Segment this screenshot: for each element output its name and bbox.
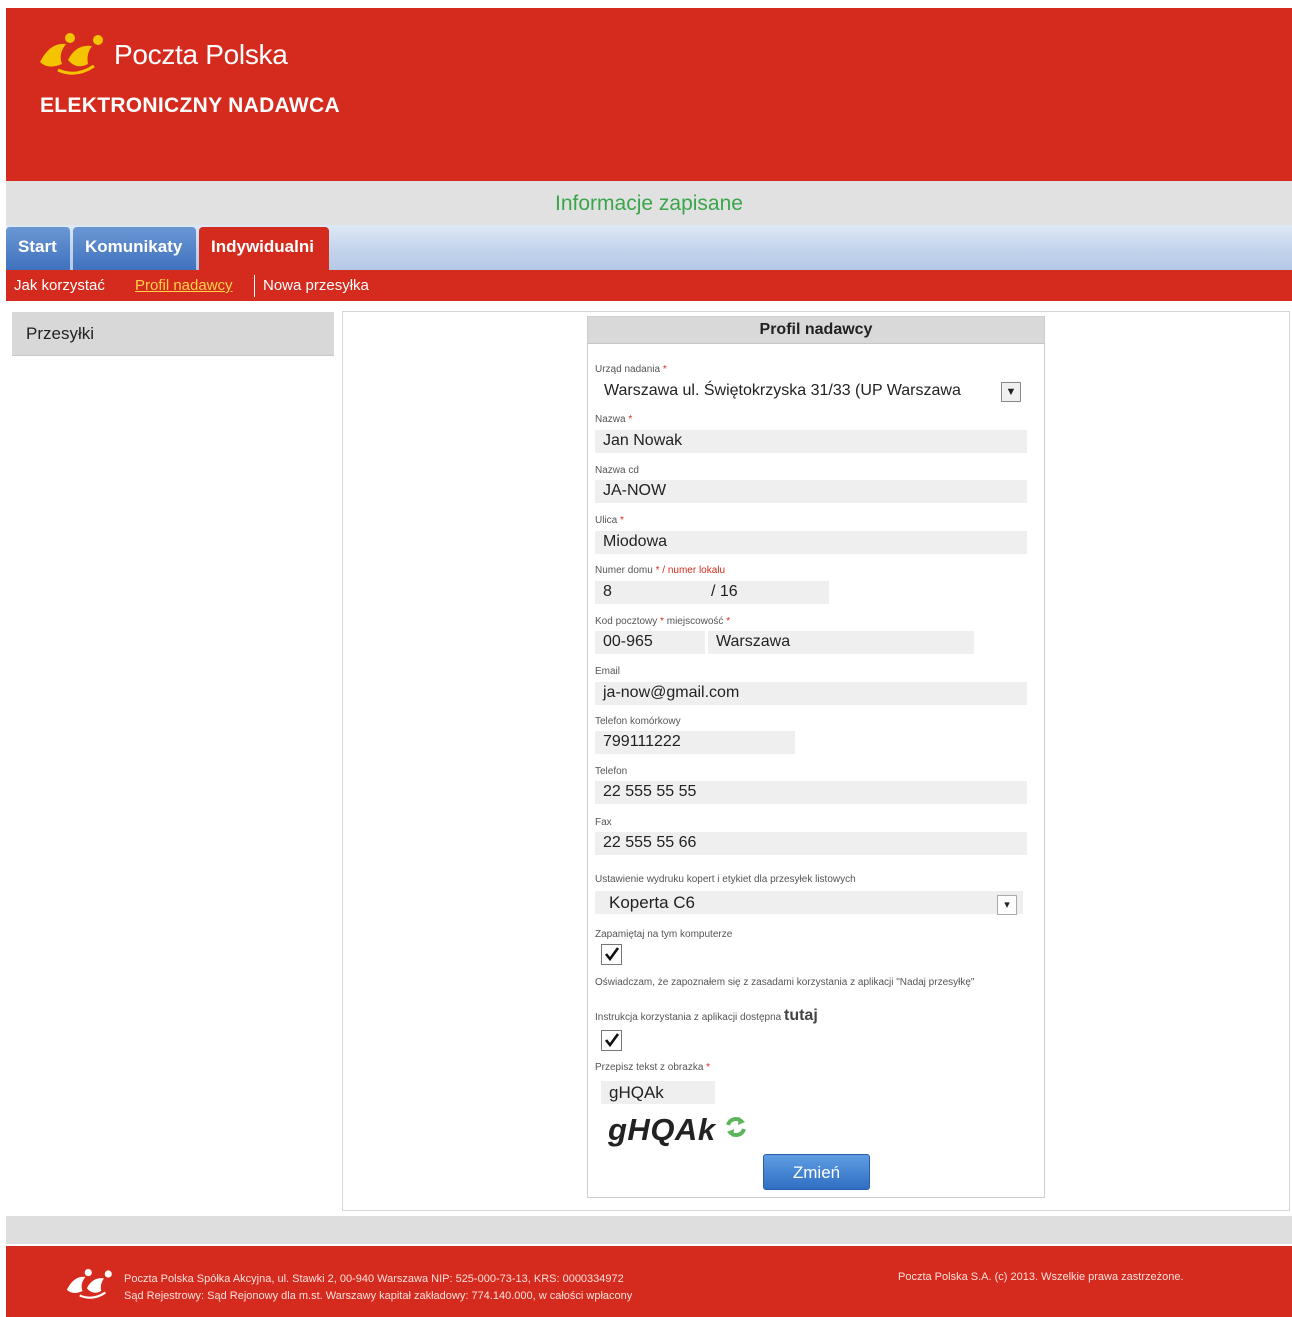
status-message: Informacje zapisane [555,192,743,215]
subnav-jak-korzystac[interactable]: Jak korzystać [14,277,105,294]
tab-indywidualni[interactable]: Indywidualni [199,227,329,270]
telefon-input[interactable]: 22 555 55 55 [595,781,1027,804]
kod-label: Kod pocztowy * miejscowość * [595,616,731,627]
instrukcja-checkbox[interactable] [601,1030,622,1051]
main-tab-bar: Start Komunikaty Indywidualni [6,225,1292,270]
oswiadczam-label: Oświadczam, że zapoznałem się z zasadami… [595,977,975,988]
numer-lokalu-input[interactable]: / 16 [705,581,829,604]
form-title: Profil nadawcy [588,317,1044,344]
captcha-image: gHQAk [608,1112,716,1147]
nazwa-cd-label: Nazwa cd [595,465,639,476]
wydruk-label: Ustawienie wydruku kopert i etykiet dla … [595,874,856,885]
captcha-label: Przepisz tekst z obrazka * [595,1062,711,1073]
checkbox-check-icon [604,1033,620,1048]
urzad-label: Urząd nadania * [595,364,667,375]
subnav-separator [254,275,255,297]
telefon-komorkowy-input[interactable]: 799111222 [595,731,795,754]
footer-copyright: Poczta Polska S.A. (c) 2013. Wszelkie pr… [898,1271,1184,1283]
footer: Poczta Polska Spółka Akcyjna, ul. Stawki… [6,1246,1292,1317]
zapamietaj-checkbox[interactable] [601,944,622,965]
sub-navigation: Jak korzystać Profil nadawcy Nowa przesy… [6,270,1292,301]
poczta-polska-logo-icon [40,33,103,75]
kod-pocztowy-input[interactable]: 00-965 [595,631,705,654]
urzad-select[interactable]: Warszawa ul. Świętokrzyska 31/33 (UP War… [595,380,1025,403]
zmien-button[interactable]: Zmień [763,1154,870,1190]
nazwa-label: Nazwa * [595,414,633,425]
wydruk-select[interactable]: Koperta C6 [595,891,1023,914]
email-label: Email [595,666,621,677]
poczta-polska-logo-icon [66,1269,112,1299]
sender-profile-form: Profil nadawcy Urząd nadania * Warszawa … [587,316,1045,1198]
refresh-captcha-icon[interactable] [723,1114,749,1140]
footer-company-info: Poczta Polska Spółka Akcyjna, ul. Stawki… [124,1273,624,1285]
chevron-down-icon[interactable]: ▾ [997,895,1017,915]
telefon-label: Telefon [595,766,628,777]
ulica-label: Ulica * [595,515,624,526]
subnav-profil-nadawcy[interactable]: Profil nadawcy [135,277,233,294]
header: Poczta Polska ELEKTRONICZNY NADAWCA [6,8,1292,181]
checkbox-check-icon [604,947,620,962]
captcha-input[interactable]: gHQAk [601,1081,715,1104]
subnav-nowa-przesylka[interactable]: Nowa przesyłka [263,277,369,294]
select-arrow-icon[interactable]: ▼ [1001,382,1021,402]
telefon-komorkowy-label: Telefon komórkowy [595,716,681,727]
fax-input[interactable]: 22 555 55 66 [595,832,1027,855]
email-input[interactable]: ja-now@gmail.com [595,682,1027,705]
page: Poczta Polska ELEKTRONICZNY NADAWCA Info… [6,8,1292,1317]
footer-registry-info: Sąd Rejestrowy: Sąd Rejonowy dla m.st. W… [124,1290,633,1302]
nazwa-input[interactable]: Jan Nowak [595,430,1027,453]
zapamietaj-label: Zapamiętaj na tym komputerze [595,929,733,940]
sidebar-item-przesylki[interactable]: Przesyłki [12,312,334,356]
fax-label: Fax [595,817,612,828]
ulica-input[interactable]: Miodowa [595,531,1027,554]
tab-komunikaty[interactable]: Komunikaty [73,227,196,270]
sidebar-item-label: Przesyłki [26,324,95,343]
instrukcja-label: Instrukcja korzystania z aplikacji dostę… [595,1007,818,1024]
footer-separator [6,1216,1292,1244]
numer-domu-input[interactable]: 8 [595,581,705,604]
tab-start[interactable]: Start [6,227,70,270]
status-bar: Informacje zapisane [6,181,1292,225]
brand-name: Poczta Polska [114,39,288,70]
numer-label: Numer domu * / numer lokalu [595,565,726,576]
nazwa-cd-input[interactable]: JA-NOW [595,480,1027,503]
miejscowosc-input[interactable]: Warszawa [708,631,974,654]
app-title: ELEKTRONICZNY NADAWCA [40,94,340,117]
tutaj-link[interactable]: tutaj [784,1007,818,1024]
